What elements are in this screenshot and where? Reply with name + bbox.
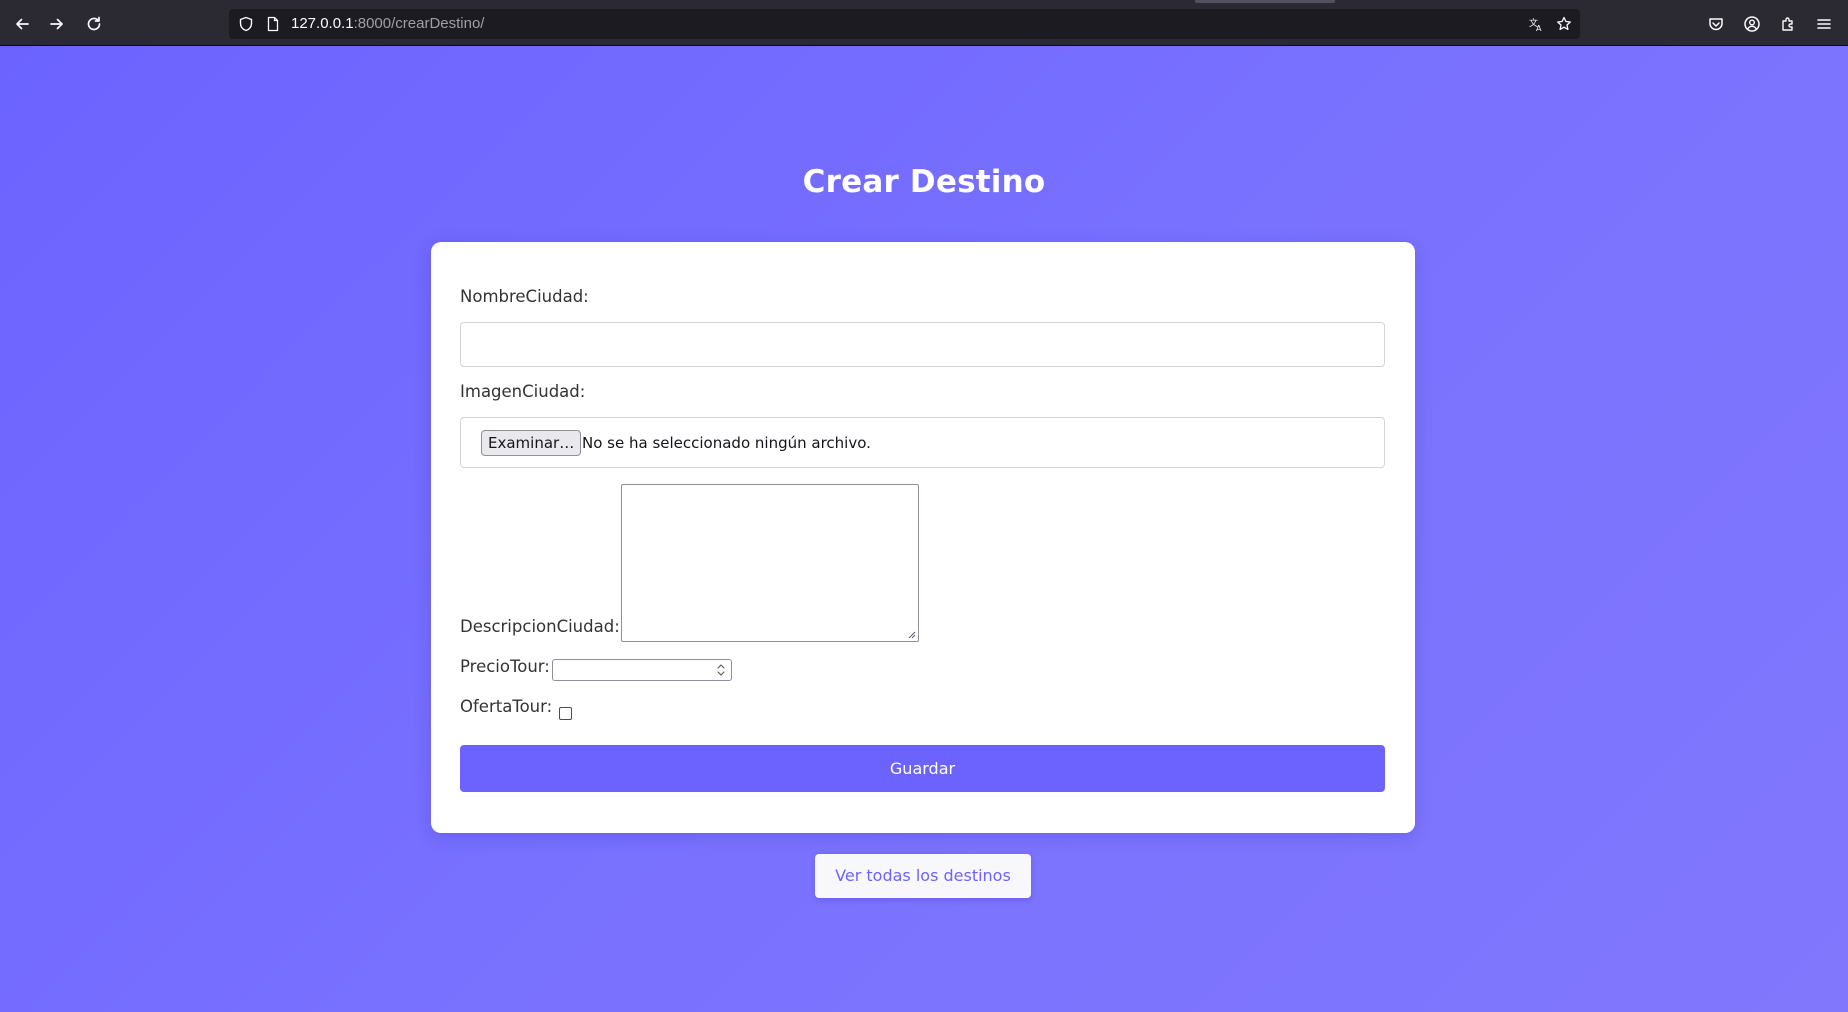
nombre-ciudad-label: NombreCiudad: <box>460 287 589 306</box>
address-bar[interactable]: 127.0.0.1:8000/crearDestino/ 文A <box>229 9 1580 39</box>
shield-icon[interactable] <box>237 15 255 33</box>
oferta-tour-label: OfertaTour: <box>460 697 553 716</box>
account-icon[interactable] <box>1741 13 1763 35</box>
url-text[interactable]: 127.0.0.1:8000/crearDestino/ <box>291 15 484 33</box>
extensions-icon[interactable] <box>1777 13 1799 35</box>
precio-tour-label: PrecioTour: <box>460 657 550 676</box>
guardar-button[interactable]: Guardar <box>460 745 1385 792</box>
url-host: 127.0.0.1 <box>291 15 354 32</box>
oferta-tour-checkbox[interactable] <box>559 707 572 720</box>
form-card: NombreCiudad: ImagenCiudad: Examinar… No… <box>431 242 1415 833</box>
translate-icon[interactable]: 文A <box>1527 15 1545 33</box>
resize-grip-icon[interactable] <box>906 629 916 639</box>
spinner-arrows-icon[interactable] <box>714 661 728 679</box>
imagen-ciudad-label: ImagenCiudad: <box>460 382 586 401</box>
descripcion-ciudad-textarea[interactable] <box>621 484 919 642</box>
back-icon[interactable] <box>11 13 33 35</box>
descripcion-ciudad-label: DescripcionCiudad: <box>460 617 620 636</box>
nombre-ciudad-input[interactable] <box>460 322 1385 367</box>
active-tab-indicator <box>1195 0 1335 3</box>
browser-toolbar: 127.0.0.1:8000/crearDestino/ 文A <box>0 0 1848 46</box>
page-background: Crear Destino NombreCiudad: ImagenCiudad… <box>0 46 1848 1012</box>
reload-icon[interactable] <box>83 13 105 35</box>
svg-text:A: A <box>1536 24 1542 32</box>
url-path: :8000/crearDestino/ <box>353 15 485 32</box>
pocket-icon[interactable] <box>1705 13 1727 35</box>
page-title: Crear Destino <box>802 164 1046 200</box>
imagen-ciudad-file-input[interactable]: Examinar… No se ha seleccionado ningún a… <box>460 417 1385 468</box>
file-status-text: No se ha seleccionado ningún archivo. <box>582 434 871 452</box>
page-info-icon[interactable] <box>264 15 282 33</box>
ver-destinos-button[interactable]: Ver todas los destinos <box>815 854 1031 898</box>
precio-tour-input[interactable] <box>552 659 732 681</box>
menu-icon[interactable] <box>1813 13 1835 35</box>
forward-icon[interactable] <box>46 13 68 35</box>
bookmark-star-icon[interactable] <box>1555 15 1573 33</box>
browse-file-button[interactable]: Examinar… <box>481 430 582 456</box>
